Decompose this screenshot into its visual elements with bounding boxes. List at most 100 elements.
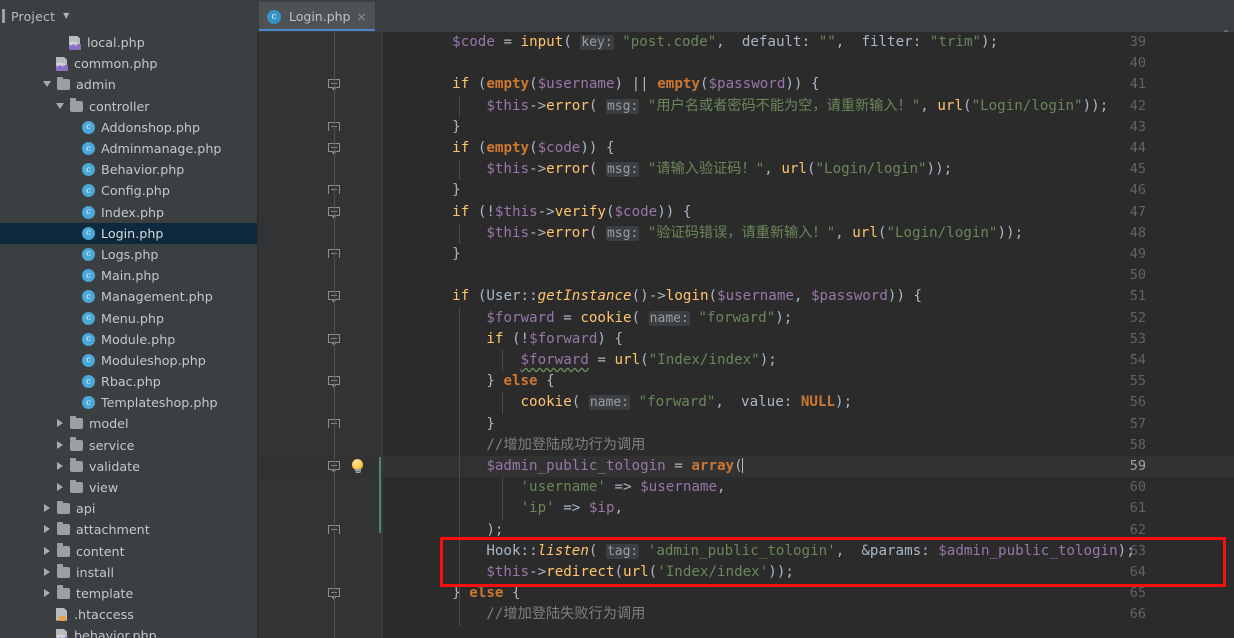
php-file-icon [56,56,68,71]
tree-item-behavior-php[interactable]: c Behavior.php [0,159,258,180]
tree-item-label: Rbac.php [101,374,161,390]
tree-item-behavior-php[interactable]: behavior.php [0,625,258,638]
chevron-right-icon[interactable] [43,525,52,534]
code-line[interactable]: if (!$this->verify($code)) { [418,202,691,223]
vcs-change-marker[interactable] [379,457,381,534]
project-panel-header[interactable]: Project ▼ [0,0,258,32]
chevron-down-icon[interactable]: ▼ [63,12,69,20]
code-line[interactable]: 'username' => $username, [418,477,726,498]
tree-item-module-php[interactable]: c Module.php [0,329,258,350]
indent-guide [459,307,460,605]
tree-item-admin[interactable]: admin [0,74,258,95]
code-content[interactable]: $code = input( key: "post.code", default… [383,32,1234,638]
code-line[interactable]: $this->error( msg: "验证码错误，请重新输入！", url("… [418,223,1023,244]
folder-icon [57,564,70,578]
tree-item-service[interactable]: service [0,435,258,456]
code-line[interactable]: } [418,244,461,265]
code-line[interactable]: if (empty($username) || empty($password)… [418,74,819,95]
code-line[interactable]: $forward = cookie( name: "forward"); [418,308,792,329]
tree-item-install[interactable]: install [0,562,258,583]
chevron-right-icon[interactable] [56,483,65,492]
tree-item-templateshop-php[interactable]: c Templateshop.php [0,392,258,413]
chevron-right-icon[interactable] [43,567,52,577]
tree-item-menu-php[interactable]: c Menu.php [0,307,258,328]
code-line[interactable]: } [418,180,461,201]
chevron-down-icon[interactable] [43,80,52,89]
tree-item-content[interactable]: content [0,541,258,562]
tree-item-label: template [76,585,134,601]
tree-item-local-php[interactable]: local.php [0,32,258,53]
chevron-down-icon[interactable] [56,102,65,111]
tree-item-label: api [76,501,96,517]
code-line[interactable]: if (User::getInstance()->login($username… [418,286,922,307]
close-icon[interactable]: × [357,11,367,23]
tree-item-htaccess[interactable]: .htaccess [0,604,258,625]
folder-icon [57,500,70,515]
code-line[interactable]: $admin_public_tologin = array( [418,456,744,477]
php-class-icon: c [82,184,95,198]
code-line[interactable]: $this->error( msg: "请输入验证码！", url("Login… [418,159,952,180]
indent-guide [459,159,460,181]
code-line[interactable]: //增加登陆失败行为调用 [418,604,645,625]
tree-item-label: common.php [74,56,158,72]
tree-item-label: Index.php [101,204,165,220]
chevron-right-icon[interactable] [43,588,52,598]
code-editor[interactable]: 39 40 41 42 43 44 45 46 47 48 49 50 51 52 53 54 55 56 57 58… [258,32,1234,638]
editor-gutter[interactable] [258,32,383,638]
intention-bulb-icon[interactable] [350,459,365,475]
tree-item-label: Adminmanage.php [101,141,222,157]
chevron-right-icon[interactable] [56,461,65,471]
ide-window: Project ▼ c Login.php × local.php common.… [0,0,1234,638]
code-line[interactable]: ); [418,520,503,541]
chevron-right-icon[interactable] [43,546,52,556]
code-line[interactable]: } else { [418,583,520,604]
tree-item-label: view [89,480,119,496]
chevron-right-icon[interactable] [56,419,65,428]
code-line[interactable]: cookie( name: "forward", value: NULL); [418,392,852,413]
tree-item-model[interactable]: model [0,413,258,434]
tree-item-moduleshop-php[interactable]: c Moduleshop.php [0,350,258,371]
tree-item-label: Main.php [101,268,160,284]
tree-item-common-php[interactable]: common.php [0,53,258,74]
code-line[interactable]: $forward = url("Index/index"); [418,350,777,371]
code-line[interactable]: } [418,414,495,435]
tab-login-php[interactable]: c Login.php × [259,2,375,31]
tree-item-rbac-php[interactable]: c Rbac.php [0,371,258,392]
tree-item-main-php[interactable]: c Main.php [0,265,258,286]
code-line[interactable]: if (empty($code)) { [418,138,614,159]
code-line[interactable]: Hook::listen( tag: 'admin_public_tologin… [418,541,1135,562]
tree-item-label: local.php [87,35,145,51]
code-line[interactable]: //增加登陆成功行为调用 [418,435,645,456]
code-line[interactable]: } else { [418,371,554,392]
tree-item-label: Login.php [101,225,164,241]
tree-item-logs-php[interactable]: c Logs.php [0,244,258,265]
tree-item-attachment[interactable]: attachment [0,519,258,540]
tree-item-login-php[interactable]: c Login.php [0,222,258,244]
indent-guide [502,392,503,414]
code-line[interactable]: } [418,117,461,138]
tree-item-template[interactable]: template [0,583,258,604]
folder-icon [70,458,83,472]
tree-item-addonshop-php[interactable]: c Addonshop.php [0,117,258,138]
php-class-icon: c [82,311,95,325]
chevron-right-icon[interactable] [43,504,52,513]
tree-item-label: controller [89,98,150,114]
tree-item-controller[interactable]: controller [0,96,258,117]
tree-item-validate[interactable]: validate [0,456,258,477]
tree-item-config-php[interactable]: c Config.php [0,180,258,201]
code-line[interactable]: 'ip' => $ip, [418,498,624,519]
code-line[interactable]: $this->error( msg: "用户名或者密码不能为空，请重新输入！",… [418,96,1108,117]
tree-item-index-php[interactable]: c Index.php [0,202,258,223]
tree-item-adminmanage-php[interactable]: c Adminmanage.php [0,138,258,159]
tree-item-label: .htaccess [74,607,134,623]
tree-item-label: admin [76,77,116,93]
project-tree[interactable]: local.php common.php admin controller c Addon… [0,32,258,638]
tree-item-api[interactable]: api [0,498,258,519]
code-line[interactable]: $this->redirect(url('Index/index')); [418,562,794,583]
tree-item-view[interactable]: view [0,477,258,498]
code-line[interactable]: if (!$forward) { [418,329,623,350]
folder-icon [57,521,70,536]
tree-item-management-php[interactable]: c Management.php [0,286,258,307]
chevron-right-icon[interactable] [56,440,65,450]
code-line[interactable]: $code = input( key: "post.code", default… [418,32,998,53]
